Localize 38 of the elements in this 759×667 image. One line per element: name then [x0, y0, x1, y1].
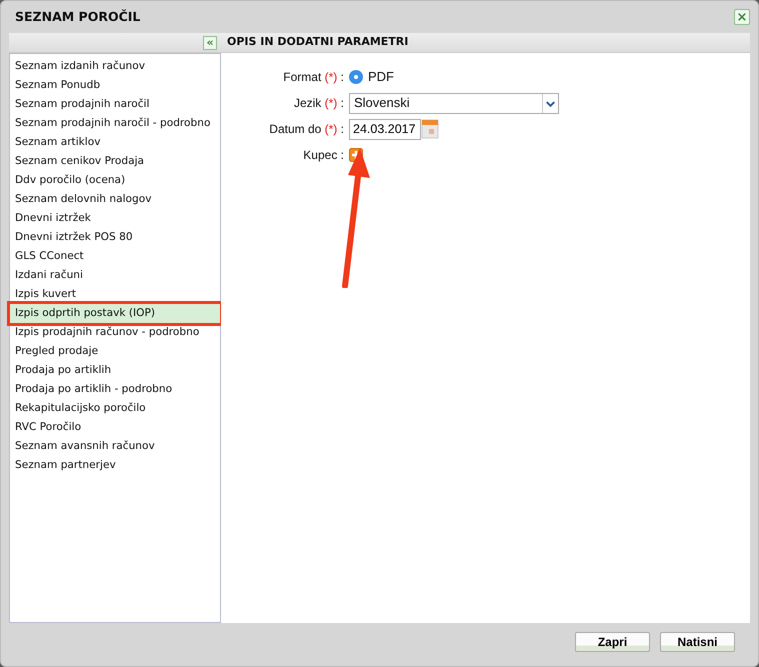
- report-list-item[interactable]: Seznam artiklov: [10, 133, 220, 152]
- report-list-item[interactable]: Dnevni iztržek: [10, 209, 220, 228]
- date-field[interactable]: 24.03.2017: [349, 118, 421, 140]
- report-list-item[interactable]: Pregled prodaje: [10, 342, 220, 361]
- report-list-item[interactable]: Seznam Ponudb: [10, 76, 220, 95]
- report-list-item[interactable]: Seznam cenikov Prodaja: [10, 152, 220, 171]
- radio-label: PDF: [368, 68, 394, 86]
- report-list-item[interactable]: Izpis prodajnih računov - podrobno: [10, 323, 220, 342]
- window-title: SEZNAM POROČIL: [15, 8, 140, 26]
- report-list-item[interactable]: Rekapitulacijsko poročilo: [10, 399, 220, 418]
- dialog-button[interactable]: Zapri: [575, 632, 650, 652]
- report-list-item[interactable]: Prodaja po artiklih - podrobno: [10, 380, 220, 399]
- report-list-item[interactable]: Seznam avansnih računov: [10, 437, 220, 456]
- report-list-item[interactable]: Seznam delovnih nalogov: [10, 190, 220, 209]
- report-list-item[interactable]: Ddv poročilo (ocena): [10, 171, 220, 190]
- field-label: Jezik (*) :: [292, 95, 345, 112]
- field-label: Datum do (*) :: [268, 121, 345, 138]
- report-list-item[interactable]: Dnevni iztržek POS 80: [10, 228, 220, 247]
- report-list-item[interactable]: Seznam partnerjev: [10, 456, 220, 475]
- radio-button[interactable]: [349, 70, 363, 84]
- report-list-item[interactable]: Izpis kuvert: [10, 285, 220, 304]
- report-list-item[interactable]: Izdani računi: [10, 266, 220, 285]
- collapse-button[interactable]: «: [203, 36, 217, 50]
- calendar-icon[interactable]: [421, 119, 439, 139]
- report-list-item[interactable]: GLS CConect: [10, 247, 220, 266]
- dropdown-icon[interactable]: [542, 94, 558, 112]
- report-list-item[interactable]: Seznam izdanih računov: [10, 57, 220, 76]
- report-list-item[interactable]: Izpis odprtih postavk (IOP): [10, 304, 220, 323]
- report-list-item[interactable]: Seznam prodajnih naročil - podrobno: [10, 114, 220, 133]
- report-list-item[interactable]: RVC Poročilo: [10, 418, 220, 437]
- close-button[interactable]: ×: [734, 9, 750, 25]
- field-label: Format (*) :: [282, 69, 345, 86]
- field-label: Kupec :: [302, 147, 345, 164]
- dialog-button[interactable]: Natisni: [660, 632, 735, 652]
- panel-title: OPIS IN DODATNI PARAMETRI: [221, 33, 750, 53]
- report-list-item[interactable]: Prodaja po artiklih: [10, 361, 220, 380]
- report-list-item[interactable]: Seznam prodajnih naročil: [10, 95, 220, 114]
- language-select[interactable]: Slovenski: [349, 92, 559, 114]
